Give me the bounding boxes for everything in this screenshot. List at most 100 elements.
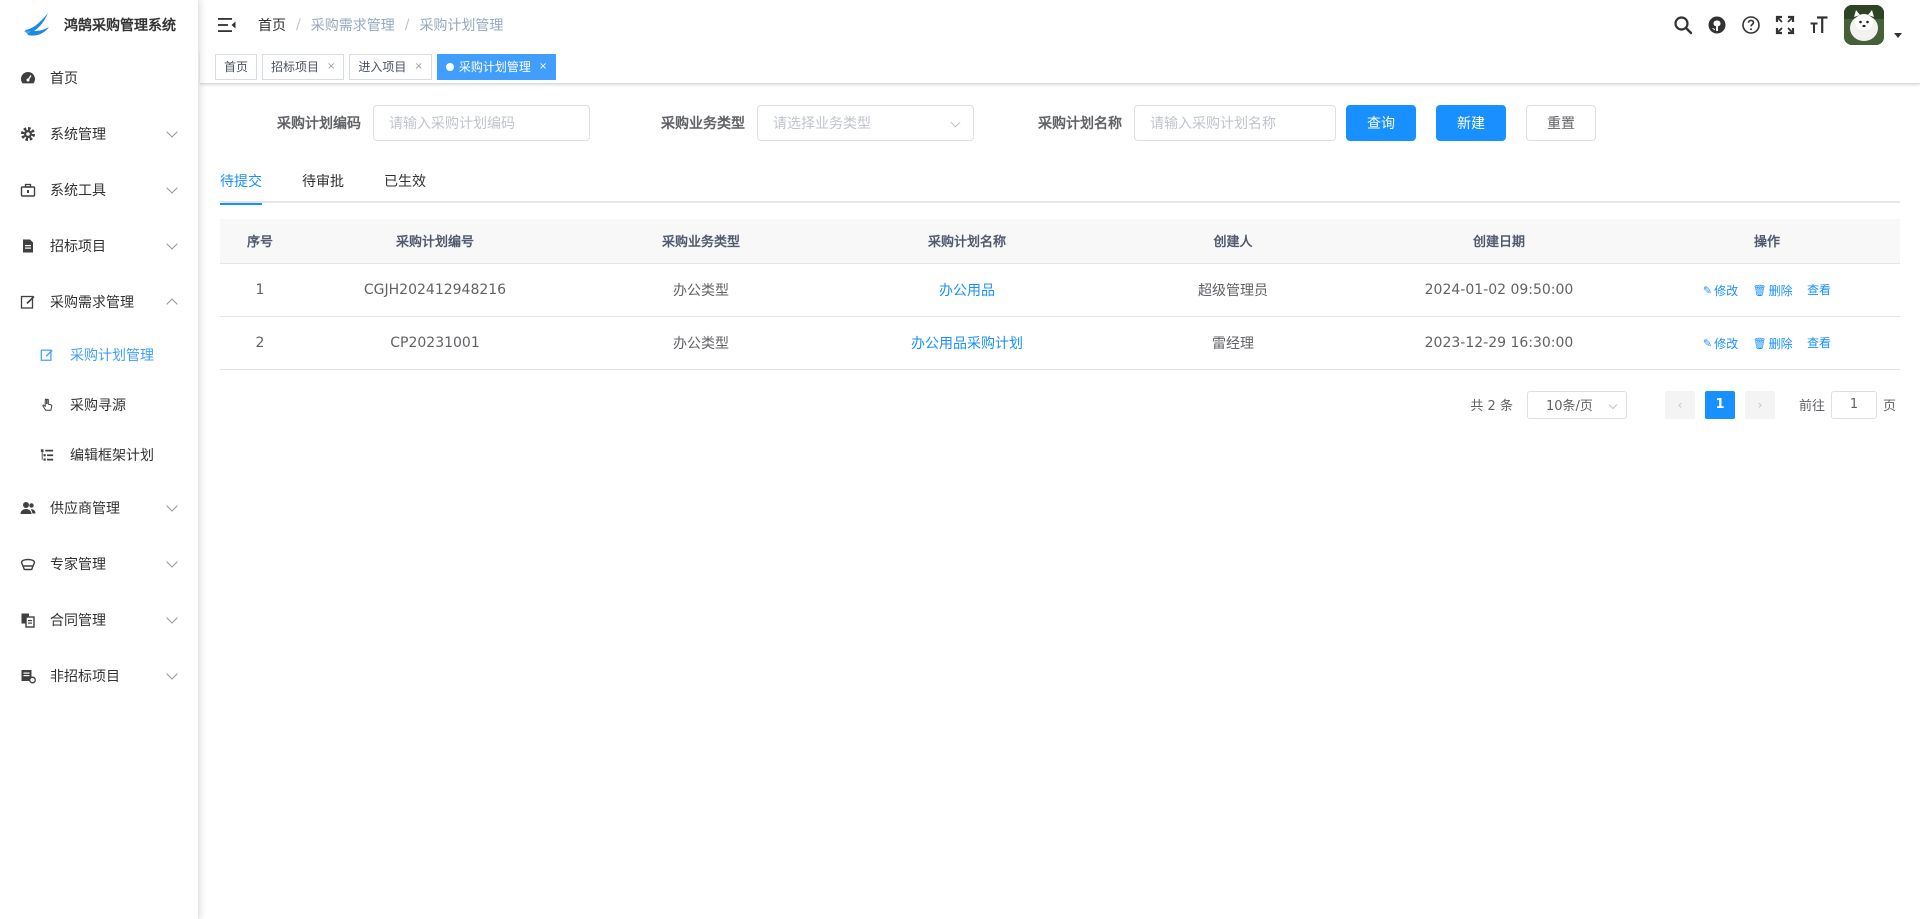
total-count: 共 2 条	[1470, 399, 1513, 414]
tag-home[interactable]: 首页	[215, 53, 258, 80]
delete-button[interactable]: 🗑 删除	[1753, 282, 1793, 299]
tab-pending-approval[interactable]: 待审批	[302, 163, 344, 203]
goto-prefix: 前往	[1798, 399, 1825, 414]
table-row: 1 CGJH202412948216 办公类型 办公用品 超级管理员 2024-…	[220, 263, 1900, 317]
logo-bird-icon	[24, 13, 49, 36]
delete-label: 删除	[1768, 283, 1793, 298]
dashboard-icon	[20, 70, 36, 86]
github-icon[interactable]	[1706, 14, 1728, 36]
chevron-down-icon	[1608, 400, 1618, 409]
page-jumper: 前往 1 页	[1798, 390, 1896, 419]
query-button[interactable]: 查询	[1346, 105, 1416, 141]
column-header: 采购业务类型	[570, 219, 832, 264]
tag-tender-project[interactable]: 招标项目 ×	[262, 53, 345, 80]
view-button[interactable]: 查看	[1807, 334, 1831, 351]
search-form: 采购计划编码 请输入采购计划编码 采购业务类型 请选择业务类型 采购计划名称 请…	[220, 105, 1900, 141]
plan-code-input[interactable]: 请输入采购计划编码	[373, 105, 590, 141]
view-label: 查看	[1807, 335, 1832, 350]
sidebar: 鸿鹄采购管理系统 首页 系统管理 系统工具 招标项目 采购需求管理 采购计划管理…	[0, 0, 199, 919]
chevron-down-icon	[166, 612, 178, 624]
reset-button[interactable]: 重置	[1526, 105, 1596, 141]
app-title: 鸿鹄采购管理系统	[64, 18, 176, 34]
sidebar-item-system[interactable]: 系统管理	[0, 106, 198, 162]
main-area: 首页 / 采购需求管理 / 采购计划管理 首页 招标项目 × 进入项目 × 采购…	[200, 0, 1920, 919]
page-size-select[interactable]: 10条/页	[1526, 390, 1627, 419]
tag-label: 招标项目	[271, 59, 320, 74]
close-icon[interactable]: ×	[414, 55, 422, 79]
edit-button[interactable]: ✎ 修改	[1703, 282, 1738, 299]
chevron-down-icon	[166, 182, 178, 194]
chevron-down-icon	[950, 117, 961, 128]
sidebar-item-non-tender[interactable]: 非招标项目	[0, 648, 198, 704]
sidebar-item-label: 系统工具	[50, 183, 106, 199]
sidebar-item-expert[interactable]: 专家管理	[0, 536, 198, 592]
new-button[interactable]: 新建	[1436, 105, 1506, 141]
goto-page-input[interactable]: 1	[1830, 390, 1877, 419]
help-icon[interactable]	[1740, 14, 1762, 36]
sidebar-item-label: 采购需求管理	[50, 295, 134, 311]
sidebar-subitem-label: 编辑框架计划	[70, 448, 154, 464]
caret-down-icon[interactable]	[1894, 32, 1902, 38]
plan-name-link[interactable]: 办公用品	[939, 283, 995, 299]
plan-table: 序号 采购计划编号 采购业务类型 采购计划名称 创建人 创建日期 操作 1 CG…	[220, 219, 1900, 370]
sidebar-subitem-sourcing[interactable]: 采购寻源	[0, 380, 198, 430]
tab-pending-submit[interactable]: 待提交	[220, 163, 262, 205]
tag-label: 首页	[224, 59, 249, 74]
trash-icon: 🗑	[1752, 336, 1767, 350]
cell-type: 办公类型	[570, 316, 832, 370]
tag-label: 采购计划管理	[458, 59, 531, 74]
delete-label: 删除	[1768, 336, 1793, 351]
sidebar-item-contract[interactable]: 合同管理	[0, 592, 198, 648]
next-page-button[interactable]: ›	[1744, 390, 1775, 419]
status-tabs: 待提交 待审批 已生效	[220, 163, 1900, 205]
biz-type-select[interactable]: 请选择业务类型	[757, 105, 974, 141]
prev-page-button[interactable]: ‹	[1664, 390, 1695, 419]
font-size-icon[interactable]	[1808, 14, 1830, 36]
sidebar-subitem-label: 采购寻源	[70, 398, 126, 414]
column-header: 创建日期	[1364, 219, 1634, 264]
edit-icon	[20, 294, 36, 310]
close-icon[interactable]: ×	[539, 55, 547, 79]
chevron-down-icon	[166, 556, 178, 568]
tag-plan-management[interactable]: 采购计划管理 ×	[436, 53, 557, 80]
sidebar-item-tools[interactable]: 系统工具	[0, 162, 198, 218]
chevron-left-icon: ‹	[1677, 397, 1683, 412]
tags-view: 首页 招标项目 × 进入项目 × 采购计划管理 ×	[200, 50, 1920, 84]
pagination: 共 2 条 10条/页 ‹ 1 › 前往 1 页	[220, 390, 1900, 420]
hamburger-icon[interactable]	[217, 15, 237, 35]
plan-code-label: 采购计划编码	[277, 116, 361, 132]
view-button[interactable]: 查看	[1807, 281, 1831, 298]
sidebar-item-home[interactable]: 首页	[0, 50, 198, 106]
plan-name-input[interactable]: 请输入采购计划名称	[1134, 105, 1336, 141]
fullscreen-icon[interactable]	[1774, 14, 1796, 36]
edit-button[interactable]: ✎ 修改	[1703, 335, 1738, 352]
tree-list-icon	[40, 448, 54, 462]
tab-effective[interactable]: 已生效	[384, 163, 426, 203]
user-avatar[interactable]	[1844, 5, 1884, 45]
page-number-button[interactable]: 1	[1704, 390, 1735, 419]
sidebar-subitem-framework-plan[interactable]: 编辑框架计划	[0, 430, 198, 480]
sidebar-item-procurement-demand[interactable]: 采购需求管理	[0, 274, 198, 330]
column-header: 采购计划名称	[832, 219, 1102, 264]
cell-date: 2024-01-02 09:50:00	[1364, 263, 1634, 317]
sidebar-subitem-label: 采购计划管理	[70, 348, 154, 364]
chevron-right-icon: ›	[1757, 397, 1763, 412]
close-icon[interactable]: ×	[327, 55, 335, 79]
search-icon[interactable]	[1672, 14, 1694, 36]
page-size-value: 10条/页	[1545, 399, 1593, 414]
column-header: 创建人	[1102, 219, 1364, 264]
sidebar-subitem-plan-management[interactable]: 采购计划管理	[0, 330, 198, 380]
cell-creator: 超级管理员	[1102, 263, 1364, 317]
logo[interactable]: 鸿鹄采购管理系统	[0, 0, 198, 50]
cell-index: 1	[220, 263, 300, 317]
sidebar-item-supplier[interactable]: 供应商管理	[0, 480, 198, 536]
tag-enter-project[interactable]: 进入项目 ×	[349, 53, 432, 80]
delete-button[interactable]: 🗑 删除	[1753, 335, 1793, 352]
chevron-down-icon	[166, 126, 178, 138]
breadcrumb-item[interactable]: 首页	[258, 15, 286, 35]
page-content: 采购计划编码 请输入采购计划编码 采购业务类型 请选择业务类型 采购计划名称 请…	[200, 84, 1920, 440]
plan-name-link[interactable]: 办公用品采购计划	[911, 336, 1023, 352]
cell-creator: 雷经理	[1102, 316, 1364, 370]
sidebar-item-tender[interactable]: 招标项目	[0, 218, 198, 274]
cell-date: 2023-12-29 16:30:00	[1364, 316, 1634, 370]
